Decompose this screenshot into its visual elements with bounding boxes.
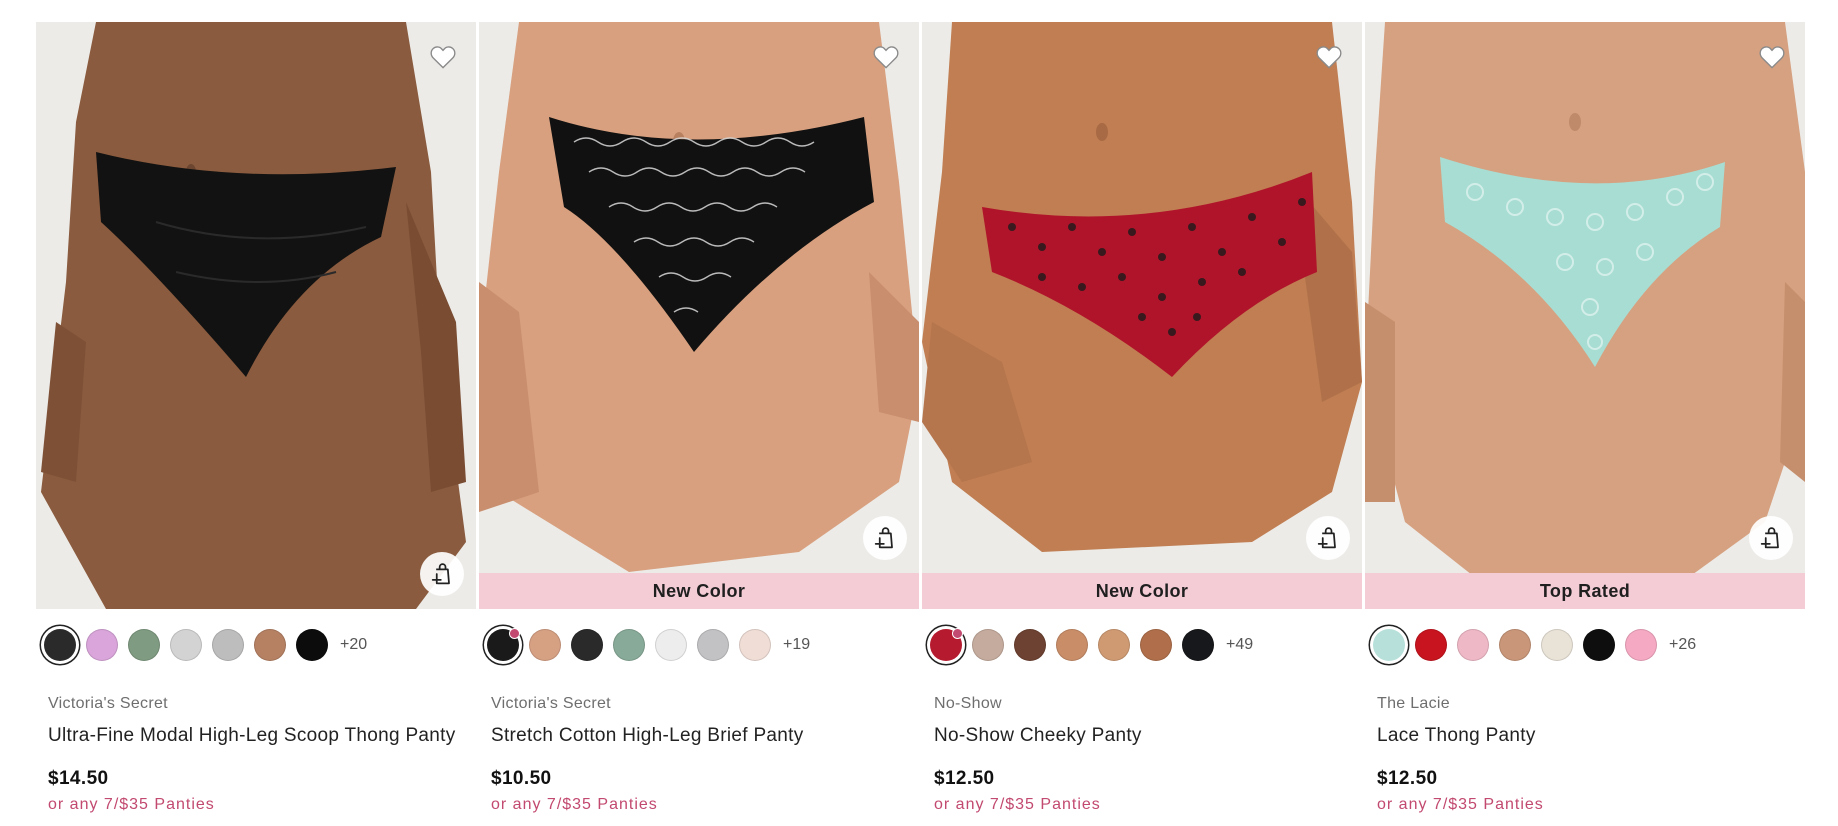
color-swatch[interactable] (1373, 629, 1405, 661)
color-swatch[interactable] (86, 629, 118, 661)
color-swatch[interactable] (44, 629, 76, 661)
color-swatch[interactable] (1056, 629, 1088, 661)
color-swatch[interactable] (1140, 629, 1172, 661)
product-grid: +20 Victoria's Secret Ultra-Fine Modal H… (36, 22, 1806, 822)
color-swatch[interactable] (1541, 629, 1573, 661)
more-colors-count[interactable]: +19 (783, 636, 810, 654)
product-card[interactable]: +20 Victoria's Secret Ultra-Fine Modal H… (36, 22, 476, 822)
color-swatches: +49 (930, 625, 1253, 665)
promo-link[interactable]: or any 7/$35 Panties (934, 796, 1101, 814)
color-swatch[interactable] (1583, 629, 1615, 661)
product-photo (1365, 22, 1805, 609)
color-swatches: +20 (44, 625, 367, 665)
product-price: $12.50 (934, 768, 995, 789)
product-image[interactable]: Top Rated (1365, 22, 1805, 609)
add-to-bag-icon[interactable] (1306, 516, 1350, 560)
product-card[interactable]: New Color +19 Victoria's Secret Stretch … (479, 22, 919, 822)
color-swatch[interactable] (254, 629, 286, 661)
product-photo (922, 22, 1362, 609)
product-photo (36, 22, 476, 609)
wishlist-heart-icon[interactable] (869, 40, 903, 74)
color-swatch[interactable] (739, 629, 771, 661)
new-color-dot (952, 628, 963, 639)
product-brand: Victoria's Secret (48, 695, 168, 712)
color-swatch[interactable] (170, 629, 202, 661)
color-swatch[interactable] (697, 629, 729, 661)
color-swatch[interactable] (1457, 629, 1489, 661)
product-price: $14.50 (48, 768, 109, 789)
product-price: $10.50 (491, 768, 552, 789)
more-colors-count[interactable]: +20 (340, 636, 367, 654)
color-swatches: +26 (1373, 625, 1696, 665)
product-brand: No-Show (934, 695, 1002, 712)
color-swatch[interactable] (571, 629, 603, 661)
add-to-bag-icon[interactable] (1749, 516, 1793, 560)
product-brand: Victoria's Secret (491, 695, 611, 712)
color-swatch[interactable] (487, 628, 520, 661)
promo-link[interactable]: or any 7/$35 Panties (491, 796, 658, 814)
promo-link[interactable]: or any 7/$35 Panties (48, 796, 215, 814)
color-swatch[interactable] (1014, 629, 1046, 661)
new-color-dot (509, 628, 520, 639)
product-name[interactable]: Stretch Cotton High-Leg Brief Panty (491, 725, 804, 747)
more-colors-count[interactable]: +49 (1226, 636, 1253, 654)
promo-link[interactable]: or any 7/$35 Panties (1377, 796, 1544, 814)
product-card[interactable]: New Color +49 No-Show No-Show Cheeky Pan… (922, 22, 1362, 822)
color-swatch[interactable] (296, 629, 328, 661)
color-swatch[interactable] (212, 629, 244, 661)
product-name[interactable]: Lace Thong Panty (1377, 725, 1536, 747)
color-swatch[interactable] (1499, 629, 1531, 661)
product-image[interactable]: New Color (922, 22, 1362, 609)
add-to-bag-icon[interactable] (863, 516, 907, 560)
product-image[interactable]: New Color (479, 22, 919, 609)
product-name[interactable]: Ultra-Fine Modal High-Leg Scoop Thong Pa… (48, 725, 456, 747)
color-swatch[interactable] (1182, 629, 1214, 661)
color-swatches: +19 (487, 625, 810, 665)
wishlist-heart-icon[interactable] (1312, 40, 1346, 74)
color-swatch[interactable] (1625, 629, 1657, 661)
product-brand: The Lacie (1377, 695, 1450, 712)
product-badge: Top Rated (1365, 573, 1805, 609)
product-price: $12.50 (1377, 768, 1438, 789)
color-swatch[interactable] (655, 629, 687, 661)
color-swatch[interactable] (930, 628, 963, 661)
color-swatch[interactable] (1098, 629, 1130, 661)
wishlist-heart-icon[interactable] (426, 40, 460, 74)
product-badge: New Color (922, 573, 1362, 609)
product-name[interactable]: No-Show Cheeky Panty (934, 725, 1142, 747)
product-card[interactable]: Top Rated +26 The Lacie Lace Thong Panty… (1365, 22, 1805, 822)
add-to-bag-icon[interactable] (420, 552, 464, 596)
more-colors-count[interactable]: +26 (1669, 636, 1696, 654)
color-swatch[interactable] (613, 629, 645, 661)
color-swatch[interactable] (529, 629, 561, 661)
product-badge: New Color (479, 573, 919, 609)
product-photo (479, 22, 919, 609)
color-swatch[interactable] (1415, 629, 1447, 661)
color-swatch[interactable] (128, 629, 160, 661)
product-image[interactable] (36, 22, 476, 609)
wishlist-heart-icon[interactable] (1755, 40, 1789, 74)
color-swatch[interactable] (972, 629, 1004, 661)
